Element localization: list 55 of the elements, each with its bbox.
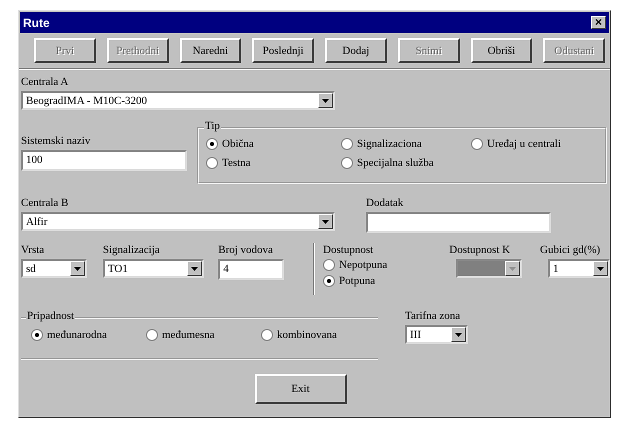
- field-label: Centrala B: [21, 196, 70, 210]
- dropdown-value: III: [409, 328, 421, 340]
- radio-button[interactable]: [323, 275, 336, 287]
- radio-button[interactable]: [206, 138, 218, 150]
- radio-button[interactable]: [341, 138, 353, 150]
- field-label: Dostupnost: [323, 243, 374, 257]
- radio-label: Specijalna služba: [357, 157, 434, 169]
- field-label: Dostupnost K: [449, 243, 512, 257]
- radio-button[interactable]: [471, 138, 483, 150]
- dropdown[interactable]: BeogradIMA - M10C-3200: [21, 91, 335, 110]
- radio-button[interactable]: [323, 259, 336, 271]
- window-title: Rute: [23, 16, 50, 30]
- group-label: Pripadnost: [26, 310, 76, 322]
- field-label: Dodatak: [366, 196, 404, 210]
- dropdown[interactable]: 1: [548, 259, 610, 278]
- dropdown[interactable]: TO1: [102, 259, 204, 278]
- field-label: Signalizacija: [102, 243, 161, 257]
- field-label: Vrsta: [21, 243, 46, 257]
- input-field[interactable]: [366, 212, 551, 233]
- radio-label: Obična: [222, 138, 254, 150]
- field-label: Broj vodova: [218, 243, 274, 257]
- radio-button[interactable]: [146, 329, 158, 341]
- dropdown[interactable]: sd: [21, 259, 87, 278]
- toolbar-button[interactable]: Naredni: [180, 38, 242, 63]
- radio-label: kombinovana: [277, 329, 337, 341]
- toolbar-button[interactable]: Dodaj: [325, 38, 387, 63]
- radio-label: Testna: [222, 157, 251, 169]
- radio-label: Nepotpuna: [339, 259, 388, 271]
- radio-button[interactable]: [31, 329, 43, 341]
- dropdown-value: 1: [552, 262, 559, 274]
- toolbar-button[interactable]: Obriši: [470, 38, 532, 63]
- radio-button[interactable]: [206, 157, 218, 169]
- group-label: Tip: [204, 120, 221, 132]
- field-label: Tarifna zona: [405, 309, 462, 323]
- radio-label: međunarodna: [47, 329, 107, 341]
- dropdown[interactable]: Alfir: [21, 212, 335, 231]
- dropdown-value: TO1: [106, 262, 128, 274]
- toolbar-button[interactable]: Poslednji: [252, 38, 314, 63]
- field-label: Centrala A: [21, 75, 70, 89]
- input-field[interactable]: 100: [21, 150, 187, 171]
- radio-label: Potpuna: [339, 275, 376, 287]
- dropdown[interactable]: III: [405, 325, 468, 344]
- radio-button[interactable]: [341, 157, 353, 169]
- radio-label: Uređaj u centrali: [487, 138, 561, 150]
- input-field[interactable]: 4: [218, 259, 284, 280]
- exit-button[interactable]: Exit: [254, 374, 346, 404]
- dropdown-value: Alfir: [25, 216, 48, 228]
- field-label: Gubici gd(%): [540, 243, 602, 257]
- radio-button[interactable]: [261, 329, 273, 341]
- dropdown-value: BeogradIMA - M10C-3200: [25, 94, 147, 106]
- field-label: Sistemski naziv: [21, 134, 92, 148]
- dropdown-value: sd: [25, 262, 36, 274]
- radio-label: međumesna: [162, 329, 215, 341]
- radio-label: Signalizaciona: [357, 138, 422, 150]
- close-button[interactable]: ×: [591, 16, 606, 29]
